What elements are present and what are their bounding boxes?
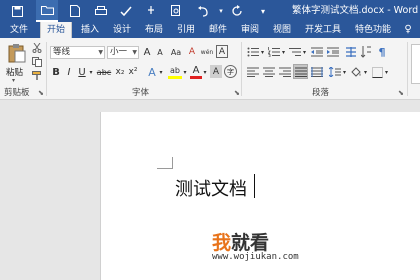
touch-mode-icon[interactable] [140, 0, 162, 22]
cut-icon[interactable] [31, 42, 43, 54]
tab-file[interactable]: 文件 [6, 22, 32, 38]
save-icon[interactable] [6, 0, 28, 22]
ribbon: 粘贴 ▾ 剪贴板 ⬊ 等线 ▼ 小一 ▼ A A Aa A wén A B I … [0, 38, 420, 100]
copy-icon[interactable] [31, 56, 43, 68]
shrink-font-icon[interactable]: A [154, 45, 166, 59]
shading-icon[interactable] [349, 65, 363, 79]
bullets-dropdown-icon[interactable]: ▾ [260, 45, 265, 59]
strikethrough-button[interactable]: abc [96, 65, 112, 79]
numbering-icon[interactable] [267, 45, 281, 59]
bullets-icon[interactable] [246, 45, 260, 59]
tab-review[interactable]: 审阅 [238, 22, 262, 38]
enclose-characters-icon[interactable]: 字 [224, 65, 237, 78]
subscript-button[interactable]: x₂ [114, 65, 126, 79]
print-preview-icon[interactable] [165, 0, 187, 22]
shading-dropdown-icon[interactable]: ▾ [363, 65, 368, 79]
show-formatting-marks-icon[interactable]: ¶ [376, 45, 388, 59]
ribbon-tabs: 文件 开始 插入 设计 布局 引用 邮件 审阅 视图 开发工具 特色功能 ♀ [0, 22, 420, 38]
lightbulb-icon[interactable]: ♀ [400, 22, 416, 38]
numbering-dropdown-icon[interactable]: ▾ [281, 45, 286, 59]
font-size-value: 小一 [110, 47, 128, 57]
tab-insert[interactable]: 插入 [78, 22, 102, 38]
tab-home[interactable]: 开始 [40, 22, 72, 38]
site-watermark: 我就看 www.wojiukan.com [212, 228, 322, 268]
align-right-icon[interactable] [278, 65, 292, 79]
superscript-button[interactable]: x² [127, 65, 139, 79]
bold-button[interactable]: B [51, 65, 61, 79]
highlight-color-icon[interactable]: ab [168, 64, 182, 79]
watermark-logo-part2: 就看 [231, 232, 270, 254]
format-painter-icon[interactable] [31, 70, 43, 82]
font-launcher-icon[interactable]: ⬊ [234, 89, 240, 97]
clipboard-group-label: 剪贴板 [4, 88, 30, 98]
font-color-dropdown-icon[interactable]: ▾ [202, 65, 208, 79]
align-center-icon[interactable] [262, 65, 276, 79]
title-bar: ▾ ▾ 繁体字测试文档.docx - Word [0, 0, 420, 22]
decrease-indent-icon[interactable] [310, 45, 324, 59]
watermark-logo-part1: 我 [212, 232, 232, 254]
paragraph-group-label: 段落 [312, 88, 330, 98]
underline-button[interactable]: U [77, 65, 87, 79]
multilevel-list-icon[interactable] [288, 45, 302, 59]
borders-icon[interactable] [370, 65, 384, 79]
redo-icon[interactable] [226, 0, 248, 22]
increase-indent-icon[interactable] [326, 45, 340, 59]
tab-developer[interactable]: 开发工具 [302, 22, 344, 38]
justify-icon[interactable] [293, 64, 308, 79]
align-left-icon[interactable] [246, 65, 260, 79]
tab-featured[interactable]: 特色功能 [352, 22, 394, 38]
document-text[interactable]: 测试文档 [175, 175, 247, 201]
group-divider [46, 42, 47, 96]
font-name-dropdown-icon[interactable]: ▼ [98, 47, 103, 58]
distributed-icon[interactable] [310, 65, 324, 79]
character-shading-icon[interactable]: A [210, 65, 222, 78]
paste-dropdown-icon[interactable]: ▾ [12, 77, 15, 84]
chinese-layout-icon[interactable] [344, 45, 358, 59]
spell-check-icon[interactable] [115, 0, 137, 22]
clipboard-launcher-icon[interactable]: ⬊ [38, 89, 44, 97]
paragraph-launcher-icon[interactable]: ⬊ [398, 89, 404, 97]
line-spacing-dropdown-icon[interactable]: ▾ [342, 65, 347, 79]
group-divider [407, 42, 408, 96]
sort-icon[interactable] [360, 45, 372, 59]
watermark-logo: 我就看 [212, 228, 269, 255]
tab-layout[interactable]: 布局 [142, 22, 166, 38]
italic-button[interactable]: I [64, 65, 74, 79]
highlight-dropdown-icon[interactable]: ▾ [182, 65, 188, 79]
group-divider [241, 42, 242, 96]
watermark-url: www.wojiukan.com [212, 252, 299, 262]
font-group-label: 字体 [132, 88, 150, 98]
clear-formatting-icon[interactable]: A [186, 45, 198, 59]
phonetic-guide-icon[interactable]: wén [200, 45, 214, 59]
text-effects-dropdown-icon[interactable]: ▾ [158, 65, 164, 79]
tab-view[interactable]: 视图 [270, 22, 294, 38]
line-spacing-icon[interactable] [328, 65, 342, 79]
text-cursor [254, 174, 255, 198]
character-border-icon[interactable]: A [216, 45, 228, 58]
margin-corner-mark [157, 157, 173, 169]
font-name-combobox[interactable]: 等线 ▼ [50, 46, 105, 59]
grow-font-icon[interactable]: A [141, 45, 153, 59]
font-color-icon[interactable]: A [190, 64, 202, 79]
styles-gallery[interactable] [411, 44, 420, 84]
window-title: 繁体字测试文档.docx - Word [292, 5, 419, 16]
tab-references[interactable]: 引用 [174, 22, 198, 38]
tab-mailings[interactable]: 邮件 [206, 22, 230, 38]
tab-design[interactable]: 设计 [110, 22, 134, 38]
new-document-icon[interactable] [64, 0, 86, 22]
underline-dropdown-icon[interactable]: ▾ [88, 65, 94, 79]
document-area: 测试文档 [0, 100, 420, 280]
print-icon[interactable] [90, 0, 112, 22]
change-case-icon[interactable]: Aa [168, 45, 184, 59]
paste-icon[interactable] [6, 42, 28, 64]
customize-toolbar-icon[interactable]: ▾ [252, 0, 274, 22]
borders-dropdown-icon[interactable]: ▾ [384, 65, 389, 79]
open-folder-icon[interactable] [36, 0, 58, 22]
text-effects-icon[interactable]: A [146, 65, 158, 79]
multilevel-dropdown-icon[interactable]: ▾ [302, 45, 307, 59]
font-name-value: 等线 [53, 47, 71, 57]
font-size-combobox[interactable]: 小一 ▼ [107, 46, 139, 59]
font-size-dropdown-icon[interactable]: ▼ [132, 47, 137, 58]
